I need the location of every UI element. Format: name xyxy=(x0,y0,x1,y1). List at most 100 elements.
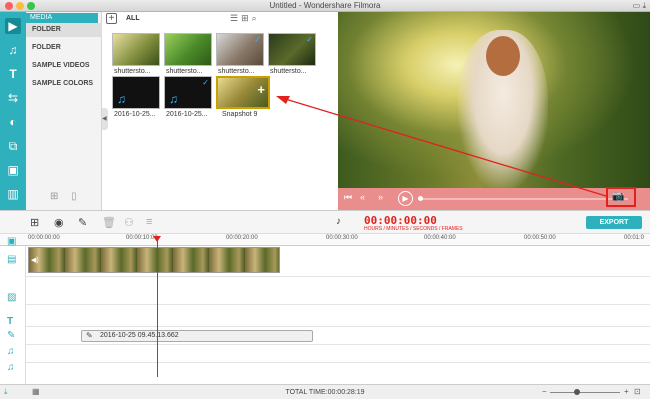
thumbnail-label: 2016-10-25... xyxy=(114,111,156,118)
thumbnail-label: shutterstо... xyxy=(114,68,151,75)
preview-subject-hair xyxy=(486,36,520,76)
music-track-icon[interactable]: ♫ xyxy=(7,346,15,357)
ruler-tick-label: 00:00:50:00 xyxy=(524,235,556,241)
new-folder-icon[interactable]: ⊞ xyxy=(50,191,58,202)
audio-thumbnail[interactable]: ♫ xyxy=(112,76,160,109)
media-thumbnail[interactable] xyxy=(164,33,212,66)
text-clip[interactable]: ✎ 2016-10-25 09.45.13.662 xyxy=(81,330,313,342)
filter-all-label[interactable]: ALL xyxy=(126,15,140,22)
add-track-icon[interactable]: ⊞ xyxy=(30,216,39,229)
zoom-knob[interactable] xyxy=(574,389,580,395)
volume-icon[interactable]: ◀) xyxy=(31,256,39,264)
timeline-toolbar: ⊞ ◉ ✎ 🗑 ⚇ ≡ ♪ 00:00:00:00 HOURS / MINUTE… xyxy=(0,210,650,234)
thumbnail-label: shutterstо... xyxy=(218,68,255,75)
library-toolbar: + ALL ☰⊞⌕ xyxy=(102,12,338,26)
ruler-tick-label: 00:00:00:00 xyxy=(28,235,60,241)
overlay-module-icon[interactable]: ⧉ xyxy=(5,138,21,154)
voiceover-icon[interactable]: ⚇ xyxy=(124,216,134,229)
effects-track-icon[interactable]: ✎ xyxy=(7,330,15,341)
skip-back-icon[interactable]: ⏮ xyxy=(344,192,352,203)
fit-timeline-icon[interactable]: ⊡ xyxy=(634,387,641,396)
category-sample-videos[interactable]: SAMPLE VIDEOS xyxy=(26,59,102,73)
fast-forward-icon[interactable]: » xyxy=(378,192,383,202)
media-module-icon[interactable]: ▶ xyxy=(5,18,21,34)
ruler-tick-label: 00:00:20:00 xyxy=(226,235,258,241)
zoom-track[interactable] xyxy=(550,392,620,393)
track-headers: ▣ ▤ ▨ T ✎ ♫ ♫ xyxy=(0,236,26,384)
media-thumbnail[interactable]: ✓ xyxy=(268,33,316,66)
sort-icon[interactable]: ☰ xyxy=(230,13,241,23)
audio-level-icon[interactable]: ♪ xyxy=(336,216,341,227)
media-library: + ALL ☰⊞⌕ ◀ shutterstо... shutterstо... … xyxy=(102,12,338,210)
text-module-icon[interactable]: T xyxy=(5,66,21,82)
ruler-tick-label: 00:00:40:00 xyxy=(424,235,456,241)
adjust-icon[interactable]: ≡ xyxy=(146,216,152,228)
rewind-icon[interactable]: « xyxy=(360,192,365,202)
grid-view-icon[interactable]: ⊞ xyxy=(241,13,252,23)
video-clip[interactable]: ◀) xyxy=(28,247,280,273)
snapshot-thumbnail[interactable]: + xyxy=(216,76,270,109)
seek-bar[interactable] xyxy=(418,198,628,200)
category-folder-active[interactable]: FOLDER xyxy=(26,23,102,37)
folder-actions: ⊞ ▯ xyxy=(50,191,77,202)
ruler-tick-label: 00:01:0 xyxy=(624,235,645,241)
zoom-in-icon[interactable]: + xyxy=(624,387,629,396)
play-button[interactable]: ▶ xyxy=(398,191,413,206)
preview-player[interactable] xyxy=(338,12,650,188)
filter-module-icon[interactable]: ◐ xyxy=(5,114,21,130)
media-thumbnail[interactable] xyxy=(112,33,160,66)
check-icon: ✓ xyxy=(202,78,209,87)
category-folder[interactable]: FOLDER xyxy=(26,41,102,55)
elements-module-icon[interactable]: ▣ xyxy=(5,162,21,178)
thumbnail-label: shutterstо... xyxy=(270,68,307,75)
timeline-ruler[interactable]: 00:00:00:00 00:00:10:00 00:00:20:00 00:0… xyxy=(0,234,650,246)
transition-module-icon[interactable]: ⇆ xyxy=(5,90,21,106)
text-track-icon[interactable]: T xyxy=(7,316,13,327)
timecode-units: HOURS / MINUTES / SECONDS / FRAMES xyxy=(364,226,463,232)
title-icons: ▭ ⤓ xyxy=(633,1,646,11)
import-media-button[interactable]: + xyxy=(106,13,117,24)
playhead-handle[interactable] xyxy=(153,236,161,242)
search-icon[interactable]: ⌕ xyxy=(252,13,260,23)
music-note-icon: ♫ xyxy=(117,92,126,106)
media-category-panel: MEDIA FOLDER FOLDER SAMPLE VIDEOS SAMPLE… xyxy=(26,12,102,210)
add-to-timeline-icon[interactable]: + xyxy=(257,82,265,97)
snapshot-camera-button[interactable]: 📷 xyxy=(606,187,636,207)
split-screen-module-icon[interactable]: ▥ xyxy=(5,186,21,202)
music-track-icon[interactable]: ♫ xyxy=(7,362,15,373)
track-divider xyxy=(26,326,650,327)
window-title: Untitled - Wondershare Filmora xyxy=(269,1,381,10)
track-divider xyxy=(26,276,650,277)
music-module-icon[interactable]: ♫ xyxy=(5,42,21,58)
edit-pen-icon[interactable]: ✎ xyxy=(78,216,87,229)
overlay-track-icon[interactable]: ▨ xyxy=(7,292,16,303)
zoom-slider[interactable]: − + xyxy=(540,387,630,397)
download-icon[interactable]: ⤓ xyxy=(642,1,646,10)
export-button[interactable]: EXPORT xyxy=(586,216,642,229)
audio-thumbnail[interactable]: ♫ ✓ xyxy=(164,76,212,109)
library-view-tools: ☰⊞⌕ xyxy=(230,13,260,24)
timeline-camera-icon[interactable]: ▣ xyxy=(7,236,16,247)
delete-icon[interactable]: 🗑 xyxy=(102,216,116,229)
media-thumbnail[interactable]: ✓ xyxy=(216,33,264,66)
ruler-tick-label: 00:00:30:00 xyxy=(326,235,358,241)
music-note-icon: ♫ xyxy=(169,92,178,106)
pen-icon: ✎ xyxy=(86,331,93,340)
zoom-out-icon[interactable]: − xyxy=(542,387,547,396)
status-bar: ⤓ ▦ TOTAL TIME:00:00:28:19 − + ⊡ xyxy=(0,384,650,399)
check-icon: ✓ xyxy=(254,35,261,44)
chat-icon[interactable]: ▭ xyxy=(633,1,641,10)
track-divider xyxy=(26,344,650,345)
collapse-panel-handle[interactable]: ◀ xyxy=(102,108,108,130)
track-divider xyxy=(26,362,650,363)
video-track-icon[interactable]: ▤ xyxy=(7,254,16,265)
title-bar: Untitled - Wondershare Filmora ▭ ⤓ xyxy=(0,0,650,12)
thumbnail-label: Snapshot 9 xyxy=(222,111,258,118)
playhead[interactable] xyxy=(157,236,158,377)
record-icon[interactable]: ◉ xyxy=(54,216,64,229)
category-sample-colors[interactable]: SAMPLE COLORS xyxy=(26,77,102,91)
module-rail: ▶ ♫ T ⇆ ◐ ⧉ ▣ ▥ xyxy=(0,12,26,210)
text-clip-label: 2016-10-25 09.45.13.662 xyxy=(100,332,179,339)
delete-folder-icon[interactable]: ▯ xyxy=(71,191,77,202)
seek-handle[interactable] xyxy=(418,196,423,201)
